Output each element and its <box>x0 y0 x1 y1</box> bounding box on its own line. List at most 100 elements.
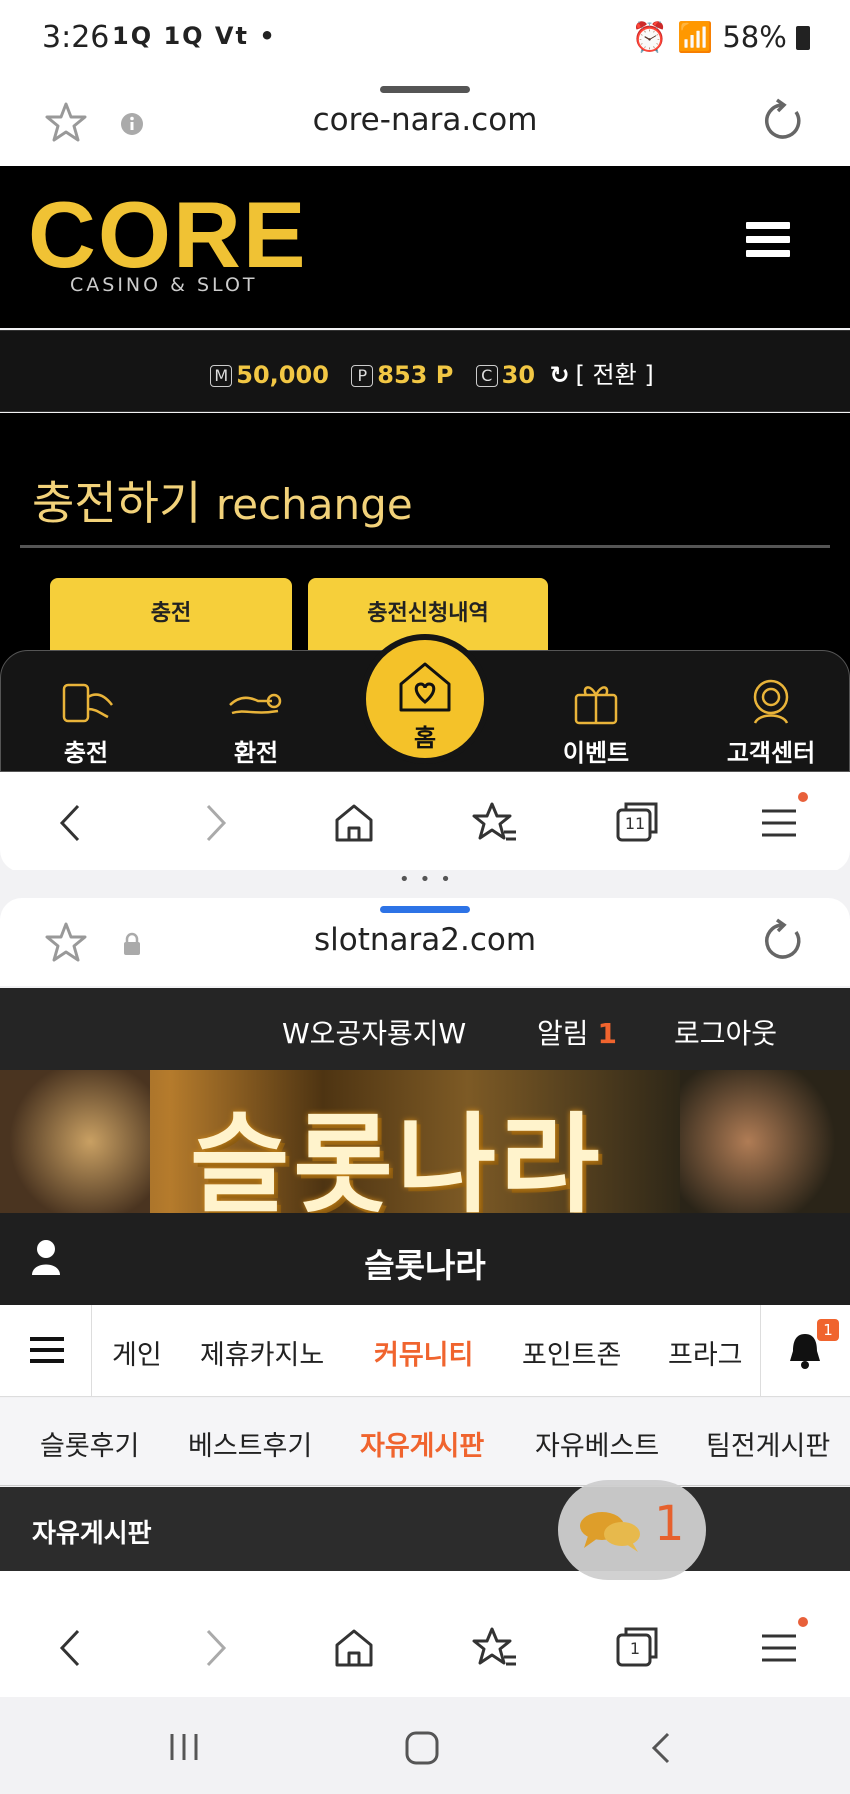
balance-row: M 50,000 P 853 P C 30 ↻[ 전환 ] <box>0 355 850 390</box>
chat-bubbles-icon <box>580 1512 640 1552</box>
system-nav-bar <box>0 1700 850 1794</box>
divider <box>20 545 830 548</box>
reload-icon[interactable] <box>760 918 806 964</box>
p-value: 853 P <box>377 361 454 389</box>
m-icon: M <box>210 365 233 387</box>
bookmarks-icon[interactable] <box>470 1623 520 1673</box>
banner-character-left <box>0 1070 150 1213</box>
nav-item-community[interactable]: 커뮤니티 <box>374 1333 473 1372</box>
nav-item-game[interactable]: 게인 <box>112 1333 162 1372</box>
nav-exchange[interactable]: 환전 <box>196 675 316 768</box>
subnav-free-best[interactable]: 자유베스트 <box>535 1424 659 1463</box>
status-bar: 3:26 1Q 1Q Vt • ⏰ 📶 58% <box>0 0 850 78</box>
address-text[interactable]: slotnara2.com <box>0 922 850 958</box>
bottom-browser-toolbar: 1 <box>0 1597 850 1697</box>
forward-icon[interactable] <box>190 1623 240 1673</box>
wallet-icon <box>62 683 113 723</box>
status-right: ⏰ 📶 58% <box>632 20 810 55</box>
bottom-url-bar: slotnara2.com <box>0 898 850 986</box>
logo-subtitle: CASINO & SLOT <box>70 274 258 296</box>
nav-item-point-zone[interactable]: 포인트존 <box>522 1333 621 1372</box>
core-logo[interactable]: CORE <box>28 188 308 282</box>
nav-exchange-label: 환전 <box>233 739 279 767</box>
menu-hamburger-icon[interactable] <box>746 222 790 258</box>
hand-coins-icon <box>229 693 282 715</box>
nav-menu-button[interactable] <box>0 1305 92 1397</box>
address-text[interactable]: core-nara.com <box>0 102 850 138</box>
tabs-count: 11 <box>624 814 646 833</box>
refresh-icon[interactable]: ↻ <box>549 361 569 389</box>
home-icon[interactable] <box>329 798 379 848</box>
notifications-button[interactable]: 1 <box>760 1305 850 1397</box>
logout-link[interactable]: 로그아웃 <box>674 1012 777 1052</box>
top-url-bar: core-nara.com <box>0 78 850 166</box>
c-icon: C <box>475 365 498 387</box>
split-screen-handle[interactable]: ••• <box>0 870 850 892</box>
main-nav-scroll: 게인 제휴카지노 커뮤니티 포인트존 프라그 <box>92 1305 760 1397</box>
status-time: 3:26 <box>42 20 110 55</box>
tabs-button[interactable]: 11 <box>612 798 662 848</box>
reload-icon[interactable] <box>760 98 806 144</box>
main-nav: 게인 제휴카지노 커뮤니티 포인트존 프라그 1 <box>0 1305 850 1397</box>
window-handle[interactable] <box>380 86 470 93</box>
hamburger-icon <box>30 1337 64 1363</box>
bell-badge: 1 <box>817 1319 839 1341</box>
site-title: 슬롯나라 <box>364 1246 486 1285</box>
casino-header: CORE CASINO & SLOT <box>0 166 850 328</box>
back-system-icon[interactable] <box>648 1730 676 1766</box>
back-icon[interactable] <box>46 1623 96 1673</box>
username[interactable]: W오공자룡지W <box>282 1012 466 1052</box>
section-title: 충전하기 rechange <box>32 467 413 533</box>
alerts-count: 1 <box>597 1017 617 1050</box>
chat-floating-button[interactable]: 1 <box>558 1480 706 1580</box>
notification-dot <box>798 792 808 802</box>
slotnara-banner[interactable]: 슬롯나라 <box>0 1070 850 1213</box>
nav-charge[interactable]: 충전 <box>26 675 146 768</box>
alerts-label: 알림 <box>537 1017 589 1050</box>
tabs-count: 1 <box>629 1639 641 1658</box>
chat-count: 1 <box>654 1496 685 1552</box>
site-title-bar: 슬롯나라 <box>0 1213 850 1305</box>
board-title: 자유게시판 <box>32 1519 152 1549</box>
menu-icon[interactable] <box>754 1623 804 1673</box>
section-title-en: rechange <box>215 480 413 529</box>
window-handle-active[interactable] <box>380 906 470 913</box>
back-icon[interactable] <box>46 798 96 848</box>
battery-icon <box>796 26 810 50</box>
m-value: 50,000 <box>236 361 329 389</box>
nav-home-button[interactable]: 홈 <box>360 634 490 764</box>
subnav-best-reviews[interactable]: 베스트후기 <box>188 1424 312 1463</box>
board-title-bar: 자유게시판 <box>0 1487 850 1571</box>
nav-event[interactable]: 이벤트 <box>536 675 656 768</box>
nav-item-pragmatic[interactable]: 프라그 <box>668 1333 743 1372</box>
p-icon: P <box>351 365 374 387</box>
subnav-team-board[interactable]: 팀전게시판 <box>706 1424 838 1463</box>
forward-icon[interactable] <box>190 798 240 848</box>
gift-icon <box>574 686 618 725</box>
recent-apps-icon[interactable] <box>166 1730 202 1764</box>
nav-home-label: 홈 <box>413 724 437 752</box>
wifi-icon: 📶 <box>676 20 714 54</box>
board-content <box>0 1571 850 1597</box>
tab-charge[interactable]: 충전 <box>50 578 292 658</box>
nav-support[interactable]: 고객센터 <box>706 675 836 768</box>
balance-bar: M 50,000 P 853 P C 30 ↻[ 전환 ] <box>0 330 850 412</box>
home-icon[interactable] <box>329 1623 379 1673</box>
headset-icon <box>753 679 789 724</box>
menu-icon[interactable] <box>754 798 804 848</box>
subnav-free-board[interactable]: 자유게시판 <box>360 1424 484 1463</box>
convert-button[interactable]: [ 전환 ] <box>576 361 654 389</box>
bookmarks-icon[interactable] <box>470 798 520 848</box>
nav-item-partner-casino[interactable]: 제휴카지노 <box>200 1333 324 1372</box>
status-indicators: 1Q 1Q Vt • <box>112 22 277 50</box>
home-system-icon[interactable] <box>404 1730 440 1766</box>
nav-support-label: 고객센터 <box>726 739 816 767</box>
c-value: 30 <box>501 361 536 389</box>
top-browser-toolbar: 11 <box>0 772 850 872</box>
battery-level: 58% <box>722 20 787 54</box>
nav-event-label: 이벤트 <box>562 739 630 767</box>
alerts-link[interactable]: 알림 1 <box>537 1012 617 1052</box>
subnav-slot-reviews[interactable]: 슬롯후기 <box>40 1424 139 1463</box>
home-heart-icon <box>399 662 451 712</box>
tabs-button[interactable]: 1 <box>612 1623 662 1673</box>
